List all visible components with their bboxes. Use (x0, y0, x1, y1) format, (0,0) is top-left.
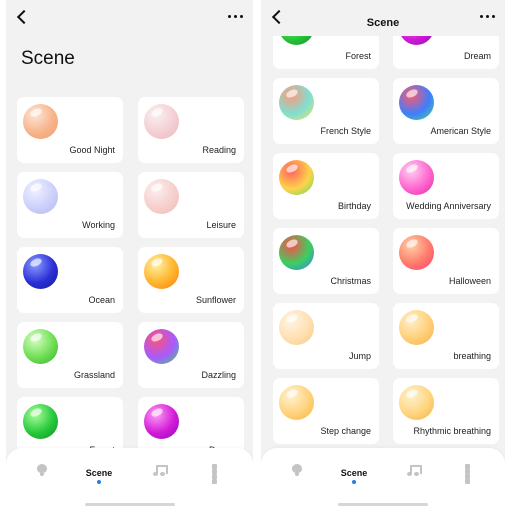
scene-label: Step change (320, 426, 371, 436)
scene-orb-icon (23, 404, 58, 439)
scene-label: breathing (453, 351, 491, 361)
top-bar (6, 0, 253, 36)
tab-more-apps[interactable] (198, 464, 238, 492)
scene-orb-icon (144, 329, 179, 364)
page-title: Scene (366, 17, 400, 29)
scene-orb-icon (144, 254, 179, 289)
back-chevron-icon[interactable] (16, 9, 30, 27)
scene-label: Christmas (330, 276, 371, 286)
scene-orb-icon (279, 85, 314, 120)
scene-card[interactable]: Dazzling (138, 322, 244, 388)
scene-card[interactable]: Christmas (273, 228, 379, 294)
scene-orb-icon (279, 235, 314, 270)
scene-orb-icon (144, 404, 179, 439)
scene-card[interactable]: Jump (273, 303, 379, 369)
scene-orb-icon (399, 310, 434, 345)
scene-label: Reading (202, 145, 236, 155)
scene-label: Sunflower (195, 295, 236, 305)
scene-orb-icon (23, 329, 58, 364)
scene-orb-icon (279, 160, 314, 195)
scene-card[interactable]: Rhythmic breathing (393, 378, 499, 444)
scene-card[interactable]: Sunflower (138, 247, 244, 313)
scene-orb-icon (399, 85, 434, 120)
music-icon (153, 464, 168, 476)
tab-music[interactable] (139, 464, 179, 492)
active-tab-dot (352, 480, 356, 484)
scene-card[interactable]: breathing (393, 303, 499, 369)
bulb-icon (292, 464, 302, 476)
tab-scene-label: Scene (340, 468, 368, 478)
music-icon (407, 464, 422, 476)
scene-label: Dream (463, 51, 491, 61)
top-bar: Scene (261, 0, 505, 36)
tab-more-apps[interactable] (451, 464, 491, 492)
scene-card[interactable]: Reading (138, 97, 244, 163)
scene-orb-icon (23, 104, 58, 139)
scene-label: Leisure (206, 220, 236, 230)
more-options-icon[interactable] (228, 15, 243, 18)
scene-label: Grassland (73, 370, 115, 380)
scene-orb-icon (144, 104, 179, 139)
scene-orb-icon (144, 179, 179, 214)
scene-card[interactable]: Step change (273, 378, 379, 444)
scene-label: Wedding Anniversary (406, 201, 491, 211)
left-screen: Scene Good Night Reading Working Leisure Oce… (6, 0, 253, 508)
tab-scene-label: Scene (85, 468, 113, 478)
scene-orb-icon (23, 179, 58, 214)
scene-label: Jump (348, 351, 371, 361)
scene-label: Rhythmic breathing (413, 426, 491, 436)
scene-card[interactable]: American Style (393, 78, 499, 144)
scene-label: Good Night (69, 145, 115, 155)
scene-card[interactable]: Ocean (17, 247, 123, 313)
scene-orb-icon (279, 310, 314, 345)
scene-label: Ocean (88, 295, 115, 305)
scene-orb-icon (399, 235, 434, 270)
tab-scene[interactable]: Scene (334, 464, 374, 492)
scene-label: Birthday (337, 201, 371, 211)
scene-card[interactable]: Working (17, 172, 123, 238)
bottom-tab-bar: Scene (261, 448, 505, 508)
scene-label: Dazzling (201, 370, 236, 380)
scene-card[interactable]: Leisure (138, 172, 244, 238)
home-indicator (84, 503, 175, 506)
scene-orb-icon (279, 385, 314, 420)
scene-label: Halloween (448, 276, 491, 286)
scene-orb-icon (399, 385, 434, 420)
home-indicator (338, 503, 428, 506)
scene-card[interactable]: Halloween (393, 228, 499, 294)
scene-orb-icon (399, 160, 434, 195)
scene-label: Forest (345, 51, 371, 61)
right-screen: Scene Forest Dream French Style American St… (261, 0, 505, 508)
scene-card[interactable]: Wedding Anniversary (393, 153, 499, 219)
tab-music[interactable] (393, 464, 433, 492)
scene-card[interactable]: Birthday (273, 153, 379, 219)
active-tab-dot (97, 480, 101, 484)
scene-card[interactable]: French Style (273, 78, 379, 144)
scene-orb-icon (23, 254, 58, 289)
page-title: Scene (21, 48, 75, 69)
scene-card[interactable]: Good Night (17, 97, 123, 163)
apps-icon (465, 464, 477, 484)
scene-label: Working (82, 220, 115, 230)
more-options-icon[interactable] (480, 15, 495, 18)
bulb-icon (37, 464, 47, 476)
bottom-tab-bar: Scene (6, 448, 253, 508)
tab-scene[interactable]: Scene (79, 464, 119, 492)
scene-label: French Style (320, 126, 371, 136)
scene-label: American Style (430, 126, 491, 136)
tab-light[interactable] (277, 464, 317, 492)
scene-card[interactable]: Grassland (17, 322, 123, 388)
apps-icon (212, 464, 224, 484)
tab-light[interactable] (22, 464, 62, 492)
